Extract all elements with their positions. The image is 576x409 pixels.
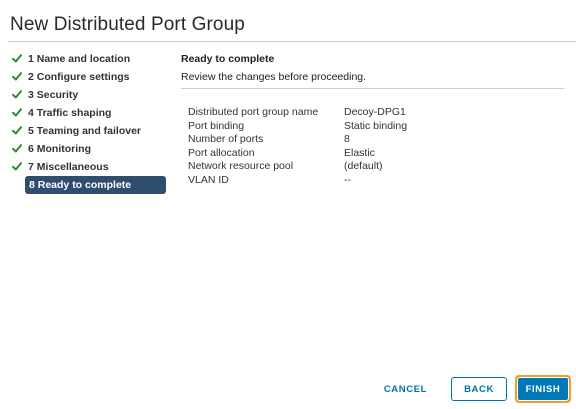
finish-button-focus-ring: FINISH — [515, 375, 571, 403]
summary-value: (default) — [344, 160, 383, 172]
summary-value: Elastic — [344, 146, 375, 159]
summary-row: VLAN ID -- — [188, 174, 407, 188]
check-icon — [12, 50, 24, 68]
finish-button[interactable]: FINISH — [517, 377, 569, 401]
summary-row: Distributed port group name Decoy-DPG1 — [188, 106, 407, 120]
step-label: 2 Configure settings — [28, 71, 130, 83]
summary-label: Network resource pool — [188, 160, 294, 172]
summary-table: Distributed port group name Decoy-DPG1 Po… — [188, 106, 407, 187]
step-configure-settings[interactable]: 2 Configure settings — [12, 68, 168, 86]
step-label: 1 Name and location — [28, 53, 131, 65]
step-label: 7 Miscellaneous — [28, 161, 109, 173]
step-label: 4 Traffic shaping — [28, 107, 112, 119]
check-icon — [12, 158, 24, 176]
summary-label: Number of ports — [188, 133, 264, 145]
summary-label: Distributed port group name — [188, 106, 319, 118]
step-monitoring[interactable]: 6 Monitoring — [12, 140, 168, 158]
content-subtitle: Review the changes before proceeding. — [181, 71, 367, 83]
summary-value: Decoy-DPG1 — [344, 106, 406, 118]
step-security[interactable]: 3 Security — [12, 86, 168, 104]
step-label: 3 Security — [28, 89, 79, 101]
content-title: Ready to complete — [181, 53, 275, 65]
step-content: Ready to complete Review the changes bef… — [181, 52, 564, 89]
summary-value: -- — [344, 173, 351, 186]
step-miscellaneous[interactable]: 7 Miscellaneous — [12, 158, 168, 176]
content-divider — [181, 88, 564, 89]
summary-label: Port binding — [188, 119, 245, 132]
check-icon — [12, 86, 24, 104]
check-icon — [12, 104, 24, 122]
step-name-and-location[interactable]: 1 Name and location — [12, 50, 168, 68]
summary-row: Port binding Static binding — [188, 120, 407, 134]
summary-value: 8 — [344, 133, 350, 145]
step-traffic-shaping[interactable]: 4 Traffic shaping — [12, 104, 168, 122]
check-icon — [12, 68, 24, 86]
step-label: 8 Ready to complete — [29, 179, 132, 191]
step-ready-to-complete[interactable]: 8 Ready to complete — [25, 176, 166, 194]
cancel-button[interactable]: CANCEL — [374, 377, 437, 401]
check-icon — [12, 122, 24, 140]
summary-row: Network resource pool (default) — [188, 160, 407, 174]
summary-label: Port allocation — [188, 146, 255, 159]
back-button[interactable]: BACK — [451, 377, 507, 401]
step-label: 6 Monitoring — [28, 143, 91, 155]
wizard-steps: 1 Name and location 2 Configure settings… — [12, 50, 168, 194]
check-icon — [12, 140, 24, 158]
step-label: 5 Teaming and failover — [28, 125, 142, 137]
dialog-footer: CANCEL BACK FINISH — [374, 375, 571, 403]
dialog-title: New Distributed Port Group — [10, 14, 245, 35]
summary-label: VLAN ID — [188, 173, 229, 186]
summary-value: Static binding — [344, 119, 408, 132]
summary-row: Number of ports 8 — [188, 133, 407, 147]
step-teaming-and-failover[interactable]: 5 Teaming and failover — [12, 122, 168, 140]
summary-row: Port allocation Elastic — [188, 147, 407, 161]
title-divider — [8, 41, 576, 42]
